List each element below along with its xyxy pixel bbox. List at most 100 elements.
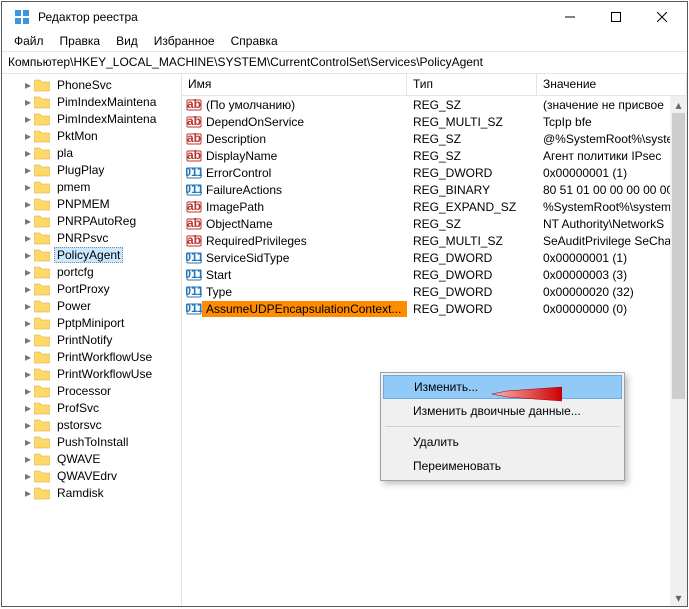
scroll-down-button[interactable]: ▾ (670, 589, 687, 606)
chevron-right-icon[interactable]: ▸ (22, 469, 34, 483)
tree-item[interactable]: ▸ PolicyAgent (2, 246, 181, 263)
ctx-delete[interactable]: Удалить (383, 430, 622, 454)
close-button[interactable] (639, 2, 685, 32)
list-row[interactable]: 011FailureActionsREG_BINARY80 51 01 00 0… (182, 181, 687, 198)
list-row[interactable]: abDisplayNameREG_SZАгент политики IPsec (182, 147, 687, 164)
chevron-right-icon[interactable]: ▸ (22, 95, 34, 109)
chevron-right-icon[interactable]: ▸ (22, 401, 34, 415)
svg-text:ab: ab (187, 233, 201, 247)
tree-item[interactable]: ▸QWAVEdrv (2, 467, 181, 484)
tree-label: PolicyAgent (54, 247, 123, 263)
tree-item[interactable]: ▸pmem (2, 178, 181, 195)
scroll-up-button[interactable]: ▴ (670, 96, 687, 113)
chevron-right-icon[interactable]: ▸ (22, 350, 34, 364)
tree-label: pla (54, 146, 76, 160)
minimize-button[interactable] (547, 2, 593, 32)
chevron-right-icon[interactable]: ▸ (22, 180, 34, 194)
list-row[interactable]: abImagePathREG_EXPAND_SZ%SystemRoot%\sys… (182, 198, 687, 215)
tree-item[interactable]: ▸PNPMEM (2, 195, 181, 212)
column-header-value[interactable]: Значение (537, 74, 687, 95)
chevron-right-icon[interactable]: ▸ (22, 112, 34, 126)
value-name: ErrorControl (206, 166, 271, 180)
list-row[interactable]: abObjectNameREG_SZNT Authority\NetworkS (182, 215, 687, 232)
list-row[interactable]: 011ServiceSidTypeREG_DWORD0x00000001 (1) (182, 249, 687, 266)
chevron-right-icon[interactable]: ▸ (22, 265, 34, 279)
address-bar[interactable]: Компьютер\HKEY_LOCAL_MACHINE\SYSTEM\Curr… (2, 52, 687, 74)
ctx-rename[interactable]: Переименовать (383, 454, 622, 478)
tree-item[interactable]: ▸ pla (2, 144, 181, 161)
menu-help[interactable]: Справка (223, 32, 286, 51)
column-header-name[interactable]: Имя (182, 74, 407, 95)
tree-item[interactable]: ▸PimIndexMaintena (2, 93, 181, 110)
chevron-right-icon[interactable]: ▸ (22, 163, 34, 177)
tree-item[interactable]: ▸ PlugPlay (2, 161, 181, 178)
tree-item[interactable]: ▸ PortProxy (2, 280, 181, 297)
menu-view[interactable]: Вид (108, 32, 146, 51)
chevron-right-icon[interactable]: ▸ (22, 146, 34, 160)
chevron-right-icon[interactable]: ▸ (22, 129, 34, 143)
list-row[interactable]: abDescriptionREG_SZ@%SystemRoot%\syste (182, 130, 687, 147)
chevron-right-icon[interactable]: ▸ (22, 316, 34, 330)
value-data: (значение не присвое (537, 98, 687, 112)
titlebar[interactable]: Редактор реестра (2, 2, 687, 32)
tree-item[interactable]: ▸PrintWorkflowUse (2, 365, 181, 382)
ctx-separator (385, 426, 620, 427)
list-row[interactable]: 011AssumeUDPEncapsulationContext...REG_D… (182, 300, 687, 317)
tree-item[interactable]: ▸PNRPAutoReg (2, 212, 181, 229)
chevron-right-icon[interactable]: ▸ (22, 78, 34, 92)
list-row[interactable]: 011TypeREG_DWORD0x00000020 (32) (182, 283, 687, 300)
list-row[interactable]: 011StartREG_DWORD0x00000003 (3) (182, 266, 687, 283)
chevron-right-icon[interactable]: ▸ (22, 452, 34, 466)
value-type: REG_DWORD (407, 251, 537, 265)
chevron-right-icon[interactable]: ▸ (22, 299, 34, 313)
chevron-right-icon[interactable]: ▸ (22, 231, 34, 245)
list-row[interactable]: ab(По умолчанию)REG_SZ(значение не присв… (182, 96, 687, 113)
tree-item[interactable]: ▸Ramdisk (2, 484, 181, 501)
chevron-right-icon[interactable]: ▸ (22, 248, 34, 262)
chevron-right-icon[interactable]: ▸ (22, 384, 34, 398)
tree-item[interactable]: ▸PhoneSvc (2, 76, 181, 93)
chevron-right-icon[interactable]: ▸ (22, 486, 34, 500)
chevron-right-icon[interactable]: ▸ (22, 367, 34, 381)
menu-edit[interactable]: Правка (52, 32, 109, 51)
chevron-right-icon[interactable]: ▸ (22, 435, 34, 449)
tree-item[interactable]: ▸pstorsvc (2, 416, 181, 433)
list-pane[interactable]: Имя Тип Значение ab(По умолчанию)REG_SZ(… (182, 74, 687, 606)
tree-item[interactable]: ▸PrintWorkflowUse (2, 348, 181, 365)
tree-label: PktMon (54, 129, 101, 143)
chevron-right-icon[interactable]: ▸ (22, 333, 34, 347)
value-name: AssumeUDPEncapsulationContext... (206, 302, 405, 316)
tree-pane[interactable]: ▸PhoneSvc▸PimIndexMaintena▸PimIndexMaint… (2, 74, 182, 606)
tree-item[interactable]: ▸PimIndexMaintena (2, 110, 181, 127)
tree-item[interactable]: ▸Power (2, 297, 181, 314)
tree-item[interactable]: ▸portcfg (2, 263, 181, 280)
tree-item[interactable]: ▸ProfSvc (2, 399, 181, 416)
tree-item[interactable]: ▸PNRPsvc (2, 229, 181, 246)
chevron-right-icon[interactable]: ▸ (22, 214, 34, 228)
tree-item[interactable]: ▸QWAVE (2, 450, 181, 467)
tree-item[interactable]: ▸ PktMon (2, 127, 181, 144)
value-data: 0x00000001 (1) (537, 166, 687, 180)
tree-item[interactable]: ▸Processor (2, 382, 181, 399)
tree-label: PortProxy (54, 282, 113, 296)
svg-text:011: 011 (186, 267, 202, 281)
list-row[interactable]: 011ErrorControlREG_DWORD0x00000001 (1) (182, 164, 687, 181)
tree-item[interactable]: ▸PushToInstall (2, 433, 181, 450)
value-type: REG_SZ (407, 149, 537, 163)
maximize-button[interactable] (593, 2, 639, 32)
list-row[interactable]: abDependOnServiceREG_MULTI_SZTcpIp bfe (182, 113, 687, 130)
svg-text:ab: ab (187, 114, 201, 128)
chevron-right-icon[interactable]: ▸ (22, 197, 34, 211)
tree-item[interactable]: ▸PrintNotify (2, 331, 181, 348)
tree-label: PlugPlay (54, 163, 107, 177)
column-header-type[interactable]: Тип (407, 74, 537, 95)
chevron-right-icon[interactable]: ▸ (22, 282, 34, 296)
tree-item[interactable]: ▸PptpMiniport (2, 314, 181, 331)
list-row[interactable]: abRequiredPrivilegesREG_MULTI_SZSeAuditP… (182, 232, 687, 249)
list-body: ab(По умолчанию)REG_SZ(значение не присв… (182, 96, 687, 317)
value-type: REG_DWORD (407, 166, 537, 180)
menu-favorites[interactable]: Избранное (146, 32, 223, 51)
vertical-scrollbar[interactable]: ▴ ▾ (670, 96, 687, 606)
menu-file[interactable]: Файл (6, 32, 52, 51)
chevron-right-icon[interactable]: ▸ (22, 418, 34, 432)
